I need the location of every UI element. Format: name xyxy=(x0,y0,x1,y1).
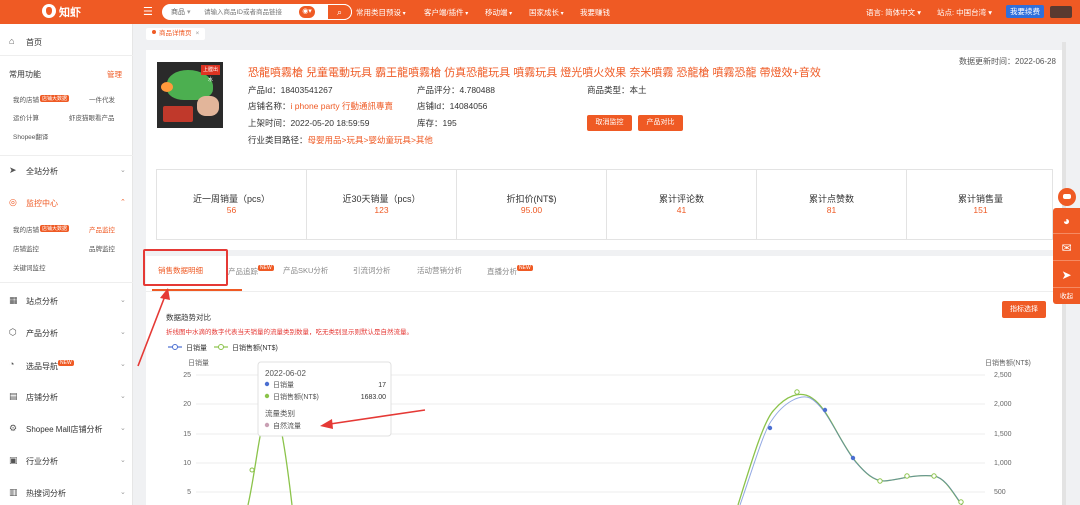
tooltip-traffic-dot xyxy=(264,422,270,428)
tooltip-sales-dot xyxy=(264,381,270,387)
y-left-ticks: 25 20 15 10 5 xyxy=(183,372,191,496)
data-point[interactable] xyxy=(249,467,255,473)
tooltip-sales-label: 日销量 xyxy=(273,380,294,389)
arrow-head-tab xyxy=(160,288,170,300)
chart-legend[interactable]: 日销量 日销售额(NT$) xyxy=(168,343,278,352)
send-icon[interactable]: ➤ xyxy=(1053,262,1080,288)
y-right-tick: 1,000 xyxy=(994,460,1012,467)
wechat-icon[interactable]: ✉ xyxy=(1053,235,1080,261)
tooltip-sales-value: 17 xyxy=(378,382,386,389)
legend-label-revenue: 日销售额(NT$) xyxy=(232,343,278,352)
floating-toolbar: ◕ ✉ ➤ 收起 xyxy=(1053,208,1080,304)
sales-line-right xyxy=(739,396,963,505)
data-point[interactable] xyxy=(877,478,883,484)
y-left-tick: 20 xyxy=(183,401,191,408)
data-point[interactable] xyxy=(931,473,937,479)
y-right-tick: 2,000 xyxy=(994,401,1012,408)
y-left-tick: 25 xyxy=(183,372,191,379)
data-point[interactable] xyxy=(958,499,964,505)
tooltip-traffic-title: 流量类别 xyxy=(265,408,295,418)
tooltip-revenue-value: 1683.00 xyxy=(361,394,386,401)
legend-label-sales: 日销量 xyxy=(186,343,207,352)
y-left-axis-label: 日销量 xyxy=(188,358,209,367)
data-point[interactable] xyxy=(794,389,800,395)
data-point[interactable] xyxy=(822,407,828,413)
y-right-tick: 500 xyxy=(994,489,1006,496)
legend-marker-revenue xyxy=(218,344,224,350)
y-right-ticks: 2,500 2,000 1,500 1,000 500 xyxy=(994,372,1012,496)
data-point[interactable] xyxy=(904,473,910,479)
chat-icon[interactable]: ◕ xyxy=(1053,208,1080,234)
revenue-line-right xyxy=(737,393,963,505)
y-right-tick: 2,500 xyxy=(994,372,1012,379)
y-left-tick: 10 xyxy=(183,460,191,467)
collapse-button[interactable]: 收起 xyxy=(1053,290,1080,300)
y-right-axis-label: 日销售额(NT$) xyxy=(985,358,1031,367)
tooltip-revenue-label: 日销售额(NT$) xyxy=(273,392,319,401)
arrow-to-tab xyxy=(137,295,166,367)
robot-icon[interactable] xyxy=(1058,188,1076,206)
legend-marker-sales xyxy=(172,344,178,350)
y-left-tick: 15 xyxy=(183,431,191,438)
tooltip-date: 2022-06-02 xyxy=(265,369,306,378)
data-point[interactable] xyxy=(767,425,773,431)
y-left-tick: 5 xyxy=(187,489,191,496)
highlight-box xyxy=(143,249,228,286)
y-right-tick: 1,500 xyxy=(994,431,1012,438)
tooltip-revenue-dot xyxy=(264,393,270,399)
tooltip-traffic-value: 自然流量 xyxy=(273,421,301,430)
data-point[interactable] xyxy=(850,455,856,461)
